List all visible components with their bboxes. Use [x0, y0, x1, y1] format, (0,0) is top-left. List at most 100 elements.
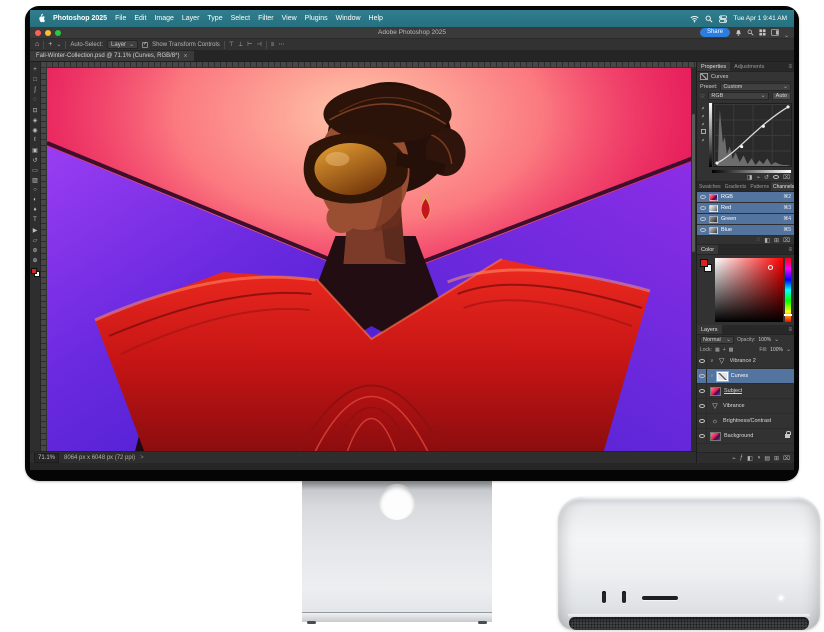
- menu-image[interactable]: Image: [154, 15, 173, 22]
- shape-tool[interactable]: ▱: [31, 235, 40, 245]
- preset-dropdown[interactable]: Custom: [720, 83, 791, 91]
- layer-row-vibrance2[interactable]: ∨ ▽ Vibrance 2: [697, 354, 794, 369]
- layer-row-subject[interactable]: Subject: [697, 384, 794, 399]
- tab-patterns[interactable]: Patterns: [748, 182, 771, 191]
- tab-properties[interactable]: Properties: [697, 62, 730, 71]
- saturation-square[interactable]: [715, 258, 783, 322]
- hue-slider[interactable]: [785, 258, 791, 322]
- show-transform-checkbox[interactable]: ✓: [142, 42, 148, 48]
- workspace-grid-icon[interactable]: [759, 29, 766, 36]
- color-cursor[interactable]: [768, 265, 773, 270]
- brush-tool[interactable]: ℓ: [31, 135, 40, 145]
- panel-menu-icon[interactable]: ≡: [788, 247, 792, 253]
- adjustment-layer-icon[interactable]: ◑: [757, 455, 761, 461]
- hand-tool[interactable]: ⊛: [31, 245, 40, 255]
- crop-tool[interactable]: ⊡: [31, 105, 40, 115]
- eye-icon[interactable]: [700, 195, 706, 199]
- new-layer-icon[interactable]: ⊞: [774, 455, 779, 462]
- channel-row-red[interactable]: Red ⌘3: [697, 203, 794, 213]
- gray-point-eyedropper-icon[interactable]: [701, 113, 706, 118]
- marquee-tool[interactable]: □: [31, 75, 40, 85]
- move-tool-icon[interactable]: +: [48, 41, 52, 49]
- zoom-tool[interactable]: ⊕: [31, 255, 40, 265]
- menu-plugins[interactable]: Plugins: [305, 15, 328, 22]
- channel-dropdown[interactable]: RGB: [708, 92, 768, 100]
- curves-graph[interactable]: [713, 103, 792, 167]
- close-document-icon[interactable]: ×: [183, 53, 187, 60]
- visibility-eye-icon[interactable]: [773, 175, 779, 179]
- chevron-down-icon[interactable]: [774, 337, 779, 343]
- menu-edit[interactable]: Edit: [134, 15, 146, 22]
- foreground-color-swatch[interactable]: [31, 268, 37, 274]
- black-point-eyedropper-icon[interactable]: [701, 105, 706, 110]
- chevron-down-icon[interactable]: [784, 24, 789, 42]
- tab-layers[interactable]: Layers: [697, 325, 722, 334]
- lock-position-icon[interactable]: +: [723, 347, 726, 353]
- align-left-icon[interactable]: ⊢: [247, 41, 252, 48]
- apple-logo-icon[interactable]: [37, 14, 46, 24]
- align-right-icon[interactable]: ⊣: [257, 41, 262, 48]
- history-brush-tool[interactable]: ↺: [31, 155, 40, 165]
- minimize-window-button[interactable]: [45, 30, 51, 36]
- blend-mode-dropdown[interactable]: Normal: [700, 336, 734, 344]
- layer-group-icon[interactable]: ▤: [764, 455, 770, 462]
- curves-editor[interactable]: [697, 101, 794, 169]
- close-window-button[interactable]: [35, 30, 41, 36]
- targeted-adjustment-icon[interactable]: ☞: [700, 93, 705, 100]
- eye-icon[interactable]: [700, 228, 706, 232]
- panel-menu-icon[interactable]: ≡: [788, 327, 792, 333]
- eye-icon[interactable]: [700, 217, 706, 221]
- scrollbar-thumb[interactable]: [692, 114, 695, 252]
- menu-type[interactable]: Type: [207, 15, 222, 22]
- new-channel-icon[interactable]: ⊞: [774, 237, 779, 244]
- layer-row-background[interactable]: Background: [697, 429, 794, 444]
- align-top-icon[interactable]: ⊤: [229, 41, 234, 48]
- home-icon[interactable]: ⌂: [35, 41, 39, 49]
- white-point-eyedropper-icon[interactable]: [701, 121, 706, 126]
- eye-icon[interactable]: [699, 419, 705, 423]
- clone-stamp-tool[interactable]: ▣: [31, 145, 40, 155]
- auto-select-dropdown[interactable]: Layer: [107, 40, 138, 49]
- layer-mask-icon[interactable]: ◧: [747, 455, 753, 462]
- hue-cursor[interactable]: [784, 314, 792, 316]
- channel-row-rgb[interactable]: RGB ⌘2: [697, 192, 794, 202]
- eye-icon[interactable]: [700, 206, 706, 210]
- move-tool[interactable]: +: [31, 65, 40, 75]
- wifi-icon[interactable]: [690, 15, 699, 23]
- pen-tool[interactable]: ♦: [31, 205, 40, 215]
- canvas[interactable]: [47, 68, 696, 451]
- eye-icon[interactable]: [699, 359, 705, 363]
- previous-state-icon[interactable]: ⌁: [756, 174, 760, 181]
- zoom-level-field[interactable]: 71.1%: [34, 453, 59, 463]
- more-options-icon[interactable]: ⋯: [278, 41, 284, 48]
- expand-caret-icon[interactable]: ∨: [710, 358, 714, 364]
- menu-window[interactable]: Window: [336, 15, 361, 22]
- menu-layer[interactable]: Layer: [182, 15, 200, 22]
- load-selection-icon[interactable]: ◌: [757, 237, 761, 243]
- save-selection-icon[interactable]: ◧: [764, 237, 770, 244]
- control-center-icon[interactable]: [719, 15, 727, 23]
- layer-thumbnail[interactable]: [710, 432, 721, 441]
- tab-gradients[interactable]: Gradients: [723, 182, 749, 191]
- layer-row-brightness-contrast[interactable]: ☼ Brightness/Contrast: [697, 414, 794, 429]
- gradient-tool[interactable]: ▨: [31, 175, 40, 185]
- expand-caret-icon[interactable]: ∨: [710, 373, 714, 379]
- menu-help[interactable]: Help: [369, 15, 383, 22]
- menu-app-name[interactable]: Photoshop 2025: [53, 15, 107, 22]
- dodge-tool[interactable]: ◐: [31, 195, 40, 205]
- search-icon[interactable]: [747, 29, 754, 36]
- delete-channel-icon[interactable]: ⌧: [783, 237, 790, 244]
- layer-thumbnail[interactable]: [710, 387, 721, 396]
- channel-row-green[interactable]: Green ⌘4: [697, 214, 794, 224]
- edit-points-icon[interactable]: [701, 129, 706, 134]
- foreground-color-swatch[interactable]: [700, 259, 708, 267]
- fill-value[interactable]: 100%: [770, 347, 783, 353]
- panel-menu-icon[interactable]: ≡: [788, 64, 792, 70]
- eyedropper-tool[interactable]: ◈: [31, 115, 40, 125]
- lock-all-icon[interactable]: ▩: [729, 347, 734, 353]
- distribute-icon[interactable]: ≡: [271, 42, 275, 48]
- document-tab[interactable]: Fall-Winter-Collection.psd @ 71.1% (Curv…: [30, 51, 194, 61]
- channel-row-blue[interactable]: Blue ⌘5: [697, 225, 794, 235]
- chevron-down-icon[interactable]: [786, 347, 791, 353]
- delete-layer-icon[interactable]: ⌧: [783, 455, 790, 462]
